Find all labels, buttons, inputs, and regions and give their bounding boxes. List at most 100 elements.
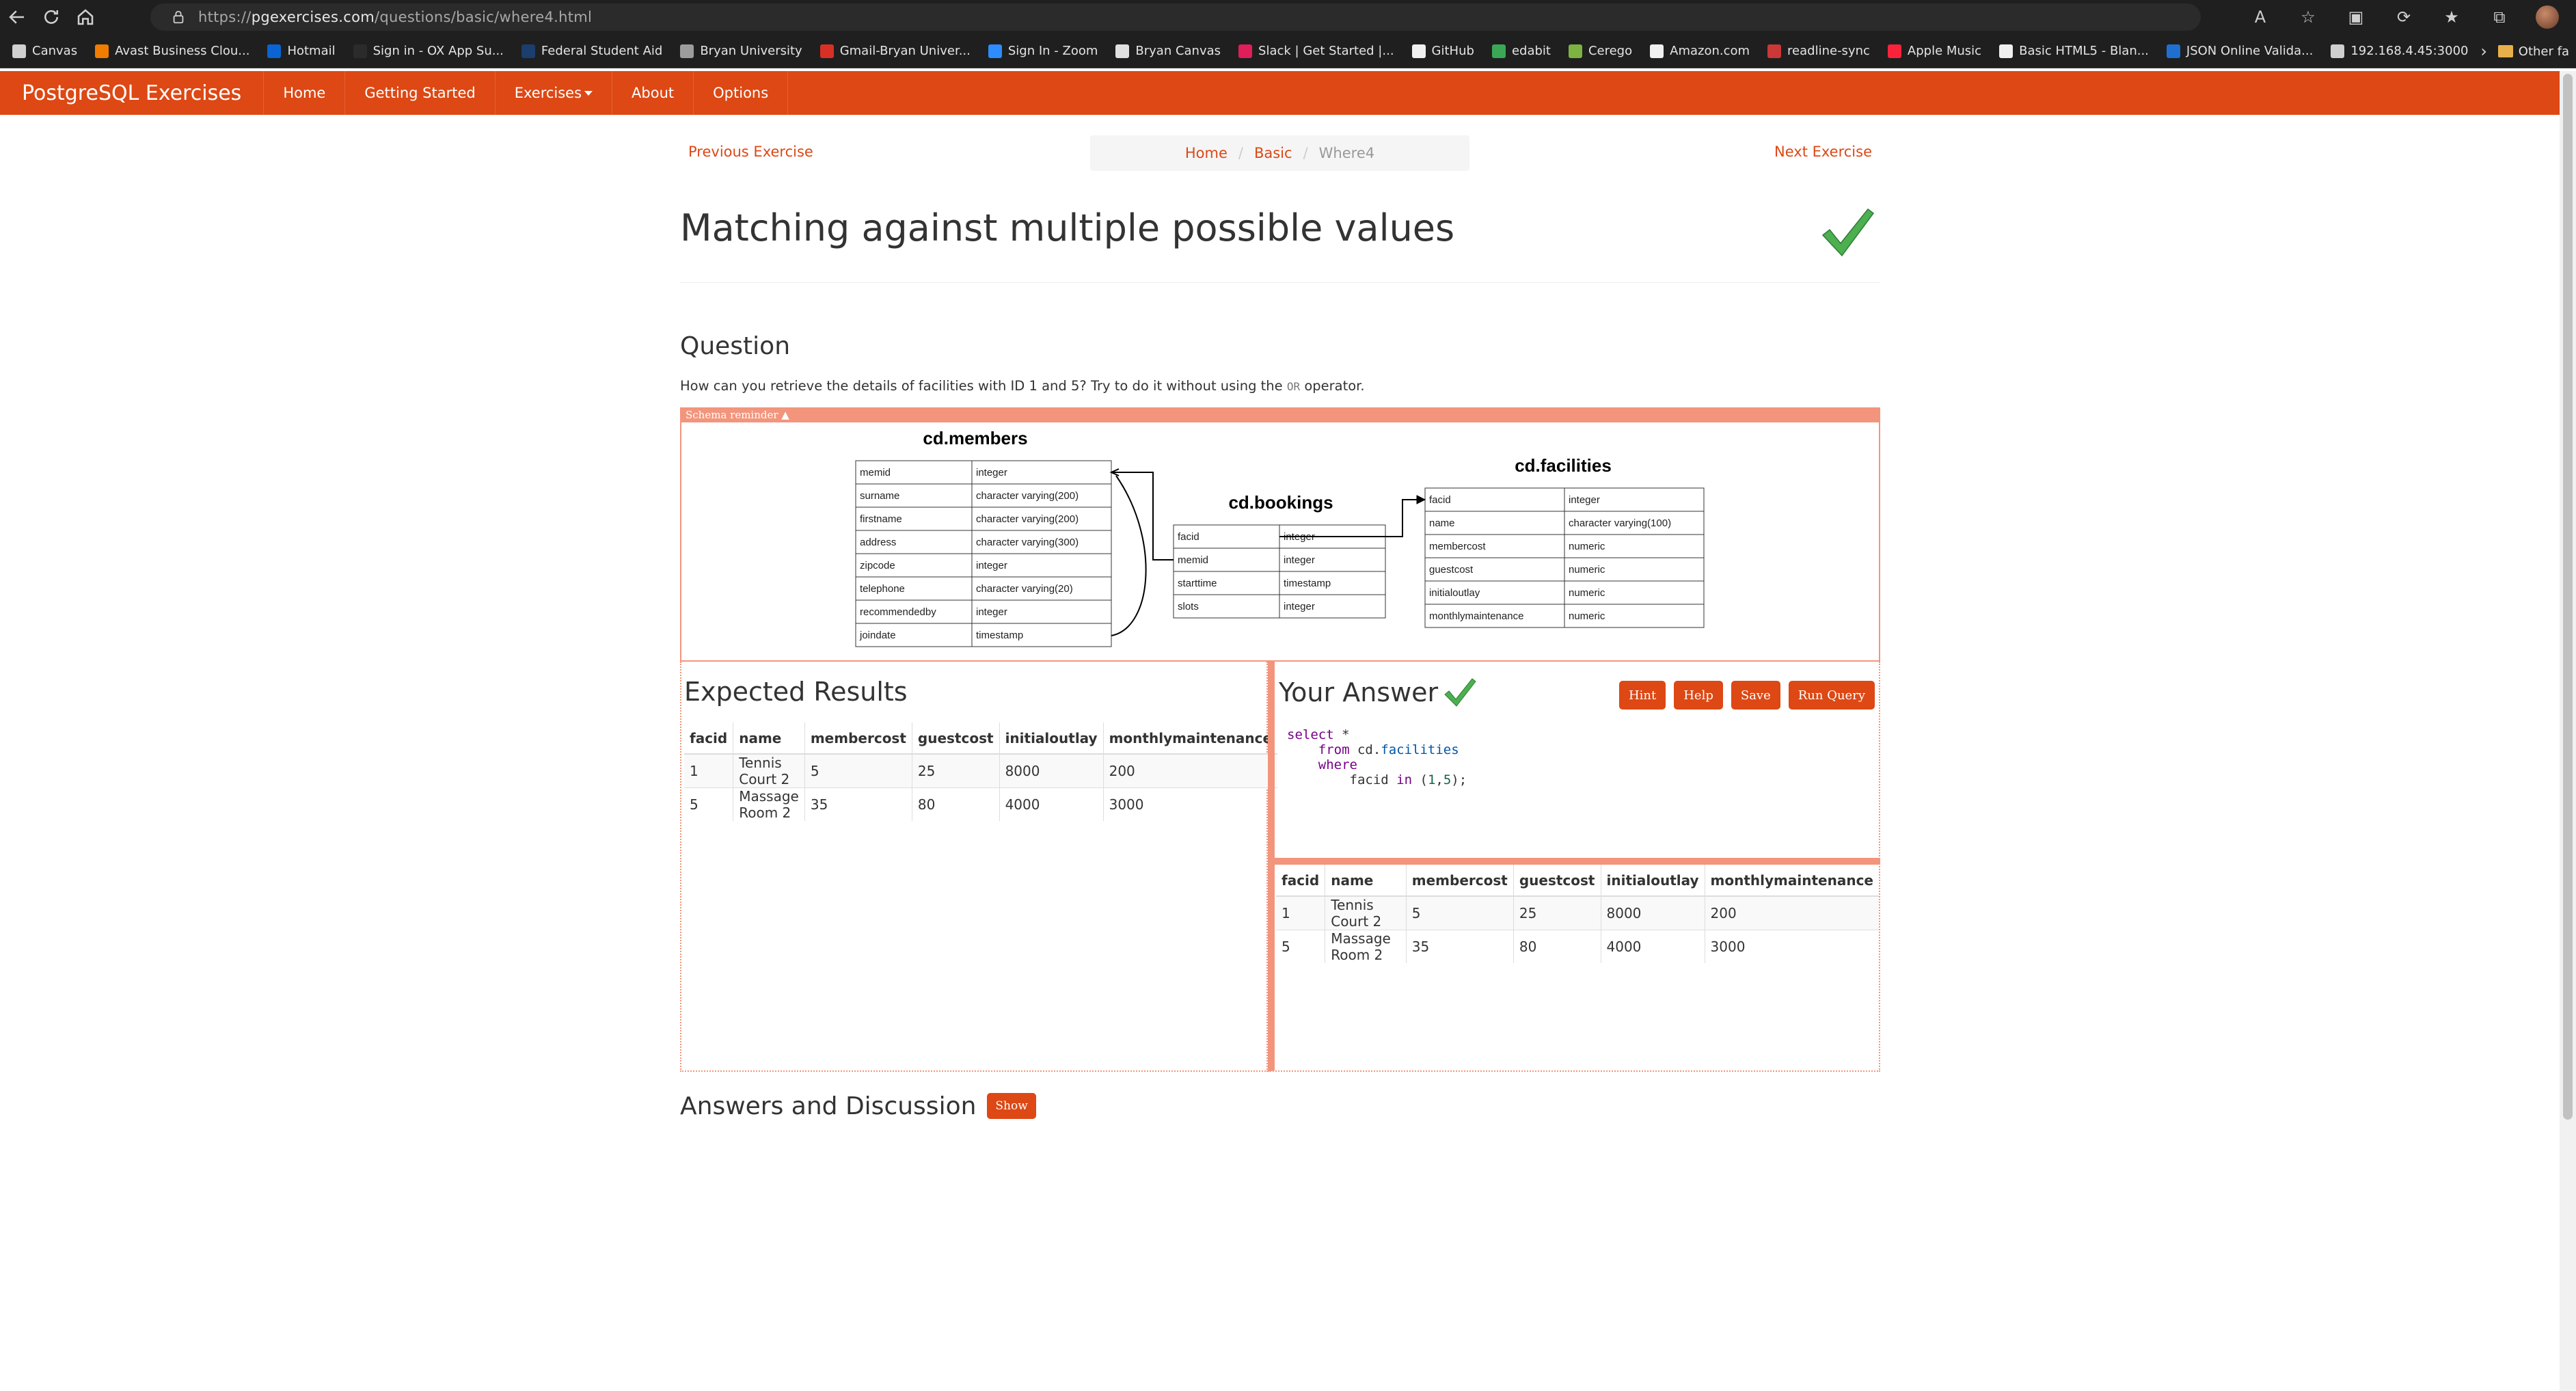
next-exercise-link[interactable]: Next Exercise xyxy=(1774,144,1872,160)
previous-exercise-link[interactable]: Previous Exercise xyxy=(688,144,813,160)
schema-toggle[interactable]: Schema reminder ▲ xyxy=(680,407,1880,422)
cell: 4000 xyxy=(1600,930,1705,963)
bookings-column-name: memid xyxy=(1178,554,1208,566)
column-header: facid xyxy=(684,722,733,755)
bookmark-item[interactable]: Gmail-Bryan Univer... xyxy=(819,44,971,58)
question-text: How can you retrieve the details of faci… xyxy=(680,378,1365,394)
avatar xyxy=(2536,5,2559,29)
cell: 200 xyxy=(1102,753,1278,788)
bookmark-label: edabit xyxy=(1511,44,1551,58)
editor-resize-bar[interactable] xyxy=(1275,858,1880,865)
bookmark-favicon-icon xyxy=(1238,44,1253,58)
answers-heading: Answers and Discussion xyxy=(680,1092,977,1120)
cell: 35 xyxy=(804,787,912,821)
bookmark-item[interactable]: Hotmail xyxy=(267,44,336,58)
bookmark-favicon-icon xyxy=(521,44,535,58)
bookmark-favicon-icon xyxy=(680,44,694,58)
other-favorites-label: Other fa xyxy=(2518,44,2569,59)
bookmark-item[interactable]: GitHub xyxy=(1411,44,1474,58)
members-column-type: integer xyxy=(976,560,1007,571)
save-button[interactable]: Save xyxy=(1731,681,1780,710)
bookmark-favicon-icon xyxy=(1650,44,1664,58)
back-icon[interactable] xyxy=(0,0,34,34)
bookmark-label: Basic HTML5 - Blan... xyxy=(2019,44,2149,58)
members-column-name: memid xyxy=(860,467,891,478)
bookmark-item[interactable]: JSON Online Valida... xyxy=(2166,44,2313,58)
column-header: initialoutlay xyxy=(999,722,1104,755)
collections-icon[interactable]: ⧉ xyxy=(2479,0,2520,34)
bookmark-item[interactable]: edabit xyxy=(1491,44,1551,58)
nav-options[interactable]: Options xyxy=(693,71,789,115)
members-column-name: address xyxy=(860,537,896,548)
members-column-type: integer xyxy=(976,606,1007,618)
table-row: 5 Massage Room 2 35 80 4000 3000 xyxy=(684,787,1278,821)
bookmark-item[interactable]: Basic HTML5 - Blan... xyxy=(1999,44,2149,58)
breadcrumb-current: Where4 xyxy=(1318,145,1375,161)
scrollbar-thumb[interactable] xyxy=(2563,74,2573,1120)
bookmark-item[interactable]: Sign in - OX App Su... xyxy=(353,44,504,58)
expected-results-title: Expected Results xyxy=(684,677,908,707)
bookmark-item[interactable]: Bryan University xyxy=(680,44,802,58)
bookmark-item[interactable]: Federal Student Aid xyxy=(521,44,662,58)
sync-icon[interactable]: ⟳ xyxy=(2383,0,2424,34)
bookmark-item[interactable]: Cerego xyxy=(1568,44,1633,58)
chevron-right-icon[interactable]: › xyxy=(2480,34,2487,68)
site-brand[interactable]: PostgreSQL Exercises xyxy=(0,71,263,115)
other-favorites[interactable]: Other fa xyxy=(2488,34,2576,68)
profile-avatar[interactable] xyxy=(2527,0,2568,34)
show-answers-button[interactable]: Show xyxy=(987,1093,1036,1119)
bookmark-item[interactable]: Apple Music xyxy=(1887,44,1981,58)
bookmark-item[interactable]: 192.168.4.45:3000 xyxy=(2331,44,2468,58)
nav-about[interactable]: About xyxy=(612,71,693,115)
facilities-title: cd.facilities xyxy=(1515,455,1612,476)
sql-editor[interactable]: select * from cd.facilities where facid … xyxy=(1287,727,1467,787)
members-column-name: zipcode xyxy=(860,560,895,571)
members-column-type: character varying(20) xyxy=(976,583,1073,595)
bookmark-item[interactable]: Avast Business Clou... xyxy=(95,44,249,58)
cell: 35 xyxy=(1405,930,1514,963)
nav-exercises[interactable]: Exercises xyxy=(494,71,612,115)
nav-home[interactable]: Home xyxy=(263,71,344,115)
favorite-star-icon[interactable]: ☆ xyxy=(2288,0,2329,34)
home-icon[interactable] xyxy=(68,0,103,34)
members-column-type: character varying(200) xyxy=(976,490,1079,502)
favorites-icon[interactable]: ★ xyxy=(2431,0,2472,34)
bookmark-label: Cerego xyxy=(1588,44,1633,58)
facilities-column-type: integer xyxy=(1569,494,1600,506)
cell: 80 xyxy=(1513,930,1601,963)
bookmark-item[interactable]: Canvas xyxy=(12,44,77,58)
breadcrumb-basic[interactable]: Basic xyxy=(1254,145,1292,161)
cell: 5 xyxy=(1276,930,1325,963)
help-button[interactable]: Help xyxy=(1674,681,1723,710)
read-aloud-icon[interactable]: A xyxy=(2240,0,2281,34)
bookmark-item[interactable]: readline-sync xyxy=(1767,44,1870,58)
facilities-column-name: initialoutlay xyxy=(1429,587,1480,599)
nav-getting-started[interactable]: Getting Started xyxy=(344,71,494,115)
bookmark-item[interactable]: Amazon.com xyxy=(1650,44,1750,58)
cell: 8000 xyxy=(1600,895,1705,930)
facilities-column-name: guestcost xyxy=(1429,564,1474,576)
address-bar[interactable]: https://pgexercises.com/questions/basic/… xyxy=(150,3,2201,31)
bookmark-item[interactable]: Bryan Canvas xyxy=(1115,44,1221,58)
bookmark-item[interactable]: Slack | Get Started |... xyxy=(1238,44,1394,58)
column-header: guestcost xyxy=(911,722,1000,755)
url-text: https://pgexercises.com/questions/basic/… xyxy=(198,9,593,25)
hint-button[interactable]: Hint xyxy=(1618,681,1666,710)
extension-icon[interactable]: ▣ xyxy=(2335,0,2376,34)
bookings-column-name: facid xyxy=(1178,531,1199,543)
breadcrumb-separator: / xyxy=(1238,145,1243,161)
arrowhead-icon xyxy=(1416,495,1426,504)
facilities-column-type: character varying(100) xyxy=(1569,517,1671,529)
bookmark-favicon-icon xyxy=(353,44,367,58)
bookmark-favicon-icon xyxy=(12,44,26,58)
bookmark-item[interactable]: Sign In - Zoom xyxy=(988,44,1098,58)
breadcrumb-home[interactable]: Home xyxy=(1185,145,1228,161)
run-query-button[interactable]: Run Query xyxy=(1788,681,1875,710)
refresh-icon[interactable] xyxy=(34,0,68,34)
checkmark-icon xyxy=(1444,678,1476,707)
cell: 3000 xyxy=(1704,930,1879,963)
column-header: monthlymaintenance xyxy=(1102,722,1278,755)
page-scrollbar[interactable] xyxy=(2560,71,2576,1391)
bookmark-label: 192.168.4.45:3000 xyxy=(2350,44,2469,58)
cell: 5 xyxy=(684,787,733,821)
